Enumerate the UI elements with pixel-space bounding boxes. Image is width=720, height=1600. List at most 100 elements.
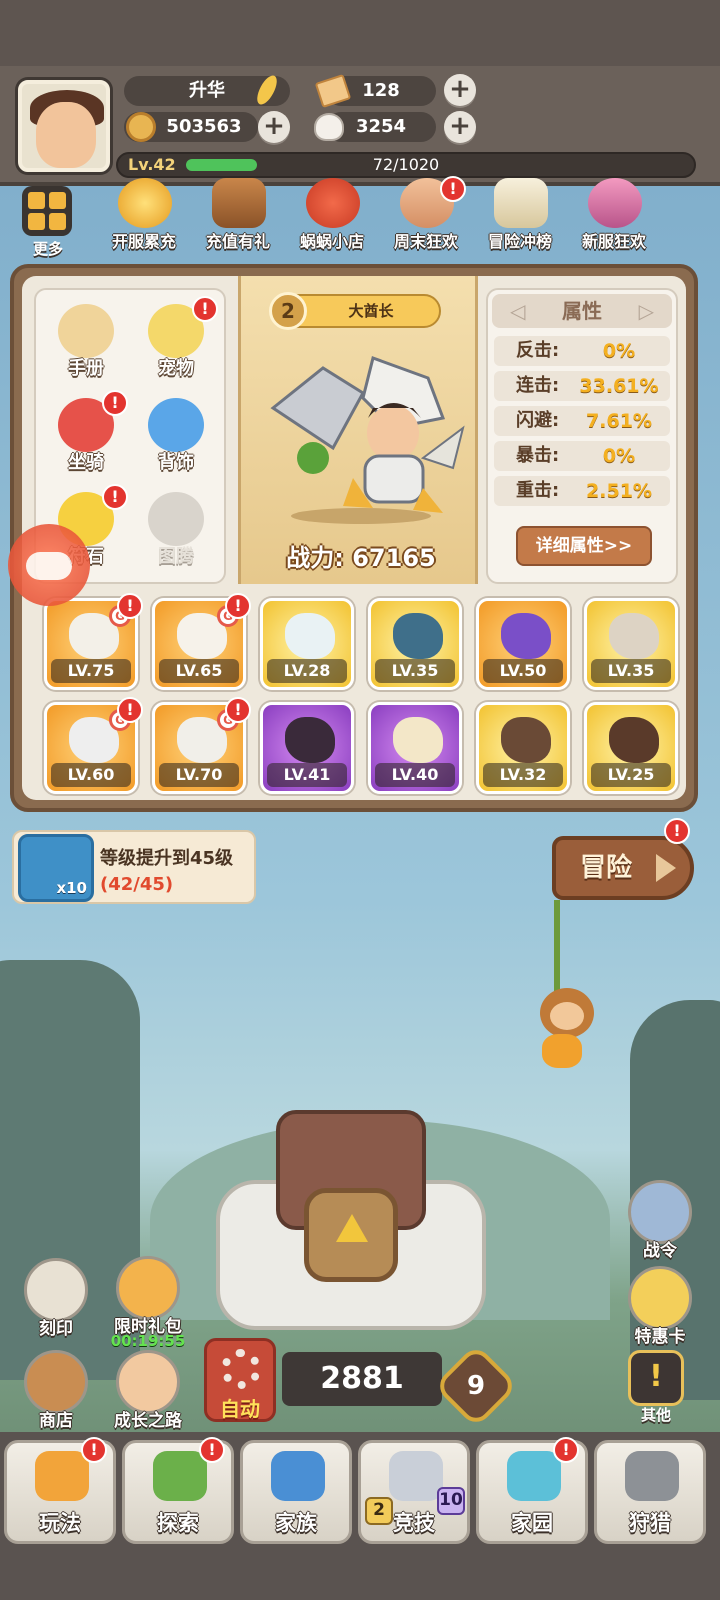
equipment-slot[interactable]: LV.41 <box>260 702 354 794</box>
gold-medal-icon <box>118 178 172 228</box>
chevron-left-icon: ◁ <box>510 299 526 323</box>
equipment-icon <box>501 717 551 763</box>
add-shell-button[interactable]: + <box>444 111 476 143</box>
podium-icon <box>494 178 548 228</box>
event-snail-shop[interactable]: 蜗蜗小店 <box>284 178 380 258</box>
event-recharge-gift[interactable]: 充值有礼 <box>190 178 286 258</box>
nav-label: 玩法 <box>39 1511 81 1535</box>
limited-gift-button[interactable]: 限时礼包 00:19:55 <box>108 1256 188 1350</box>
nav-home[interactable]: 家园 ! <box>476 1437 588 1544</box>
menu-totem[interactable]: 图腾 <box>140 488 212 572</box>
player-title: 升华 <box>189 80 225 101</box>
sword-icon <box>389 1451 443 1501</box>
ticket-count: 128 <box>362 80 400 101</box>
equipment-slot[interactable]: LV.40 <box>368 702 462 794</box>
equipment-icon <box>393 717 443 763</box>
special-card-button[interactable]: 特惠卡 <box>620 1266 700 1350</box>
menu-handbook[interactable]: 手册 <box>50 300 122 384</box>
coin-count: 503563 <box>166 116 242 137</box>
growth-path-button[interactable]: 成长之路 <box>108 1350 188 1434</box>
book-icon <box>58 304 114 358</box>
nav-clan[interactable]: 家族 <box>240 1440 352 1544</box>
alert-badge: ! <box>225 697 251 723</box>
nav-gameplay[interactable]: 玩法 ! <box>4 1437 116 1544</box>
detail-attributes-button[interactable]: 详细属性>> <box>516 526 652 566</box>
attr-row: 闪避: 7.61% <box>494 406 670 436</box>
equipment-level: LV.28 <box>267 659 347 683</box>
shop-button[interactable]: 商店 <box>16 1350 96 1434</box>
equipment-slot[interactable]: LV.50 <box>476 598 570 690</box>
hero-character-icon[interactable] <box>253 338 469 528</box>
bottom-nav: 玩法 ! 探索 ! 家族 竞技 2 10 家园 ! 狩猎 <box>0 1432 720 1600</box>
hex-level-number: 9 <box>466 1371 486 1401</box>
attr-row: 暴击: 0% <box>494 441 670 471</box>
add-coin-button[interactable]: + <box>258 111 290 143</box>
monkey-mascot-icon <box>512 988 608 1072</box>
alert-badge: ! <box>117 697 143 723</box>
equipment-slot[interactable]: LV.70 G! <box>152 697 251 794</box>
clan-shield-icon <box>271 1451 325 1501</box>
totem-icon <box>148 492 204 546</box>
event-weekend-carnival[interactable]: 周末狂欢 ! <box>378 176 474 258</box>
equipment-slot[interactable]: LV.35 <box>368 598 462 690</box>
map-icon <box>153 1451 207 1501</box>
adventure-button[interactable]: 冒险 ! <box>552 818 694 900</box>
attribute-header[interactable]: ◁ 属性 ▷ <box>492 294 672 328</box>
add-ticket-button[interactable]: + <box>444 74 476 106</box>
arena-left-count: 2 <box>365 1497 393 1525</box>
menu-pet[interactable]: 宠物 ! <box>140 296 218 384</box>
player-avatar[interactable] <box>18 80 110 172</box>
shell-count: 3254 <box>355 116 407 137</box>
event-adventure-rank[interactable]: 冒险冲榜 <box>472 178 568 258</box>
main-chest[interactable] <box>206 1110 496 1340</box>
heroes-icon <box>588 178 642 228</box>
equipment-slot[interactable]: LV.32 <box>476 702 570 794</box>
nav-explore[interactable]: 探索 ! <box>122 1437 234 1544</box>
alert-badge: ! <box>225 593 251 619</box>
growth-character-icon <box>116 1350 180 1414</box>
adventure-label: 冒险 <box>580 853 633 883</box>
menu-backpiece[interactable]: 背饰 <box>140 394 212 478</box>
equipment-slot[interactable]: LV.25 <box>584 702 678 794</box>
battle-pass-button[interactable]: 战令 <box>620 1180 700 1264</box>
treasure-chest-icon <box>212 178 266 228</box>
equipment-slot[interactable]: LV.75 G! <box>44 593 143 690</box>
event-new-server[interactable]: 新服狂欢 <box>566 178 662 258</box>
equipment-level: LV.50 <box>483 659 563 683</box>
quest-title: 等级提升到45级 <box>100 848 234 869</box>
home-crest-icon <box>507 1451 561 1501</box>
equipment-slot[interactable]: LV.28 <box>260 598 354 690</box>
hero-title-banner[interactable]: 2 大酋长 <box>269 292 441 330</box>
avatar-face <box>36 102 96 168</box>
nav-label: 家族 <box>275 1511 317 1535</box>
hero-showcase: 2 大酋长 战力: 67165 <box>238 276 478 584</box>
attr-row: 反击: 0% <box>494 336 670 366</box>
alert-badge: ! <box>102 390 128 416</box>
attr-key: 反击: <box>516 340 560 361</box>
alert-badge: ! <box>664 818 690 844</box>
nav-label: 家园 <box>511 1511 553 1535</box>
nav-hunt[interactable]: 狩猎 <box>594 1440 706 1544</box>
auto-button[interactable]: 自动 <box>204 1338 276 1422</box>
attr-value: 0% <box>602 445 636 467</box>
attr-key: 连击: <box>516 375 560 396</box>
equipment-slot[interactable]: LV.65 G! <box>152 593 251 690</box>
quest-tracker[interactable]: x10 等级提升到45级 (42/45) <box>12 830 256 904</box>
other-button[interactable]: ! 其他 <box>624 1350 688 1424</box>
equipment-slot[interactable]: LV.60 G! <box>44 697 143 794</box>
event-label: 新服狂欢 <box>581 232 646 251</box>
equipment-icon <box>285 717 335 763</box>
menu-label: 图腾 <box>158 546 194 567</box>
arena-right-count: 10 <box>437 1487 465 1515</box>
coin-icon <box>126 112 156 142</box>
xp-bar: Lv.42 72/1020 <box>116 152 696 178</box>
more-button[interactable]: 更多 <box>16 186 80 262</box>
event-server-recharge[interactable]: 开服累充 <box>96 178 192 258</box>
gamepad-float-button[interactable] <box>8 524 90 606</box>
equipment-level: LV.35 <box>591 659 671 683</box>
alert-badge: ! <box>553 1437 579 1463</box>
engrave-button[interactable]: 刻印 <box>16 1258 96 1342</box>
menu-mount[interactable]: 坐骑 ! <box>50 390 128 478</box>
equipment-slot[interactable]: LV.35 <box>584 598 678 690</box>
nav-arena[interactable]: 竞技 2 10 <box>358 1440 470 1544</box>
